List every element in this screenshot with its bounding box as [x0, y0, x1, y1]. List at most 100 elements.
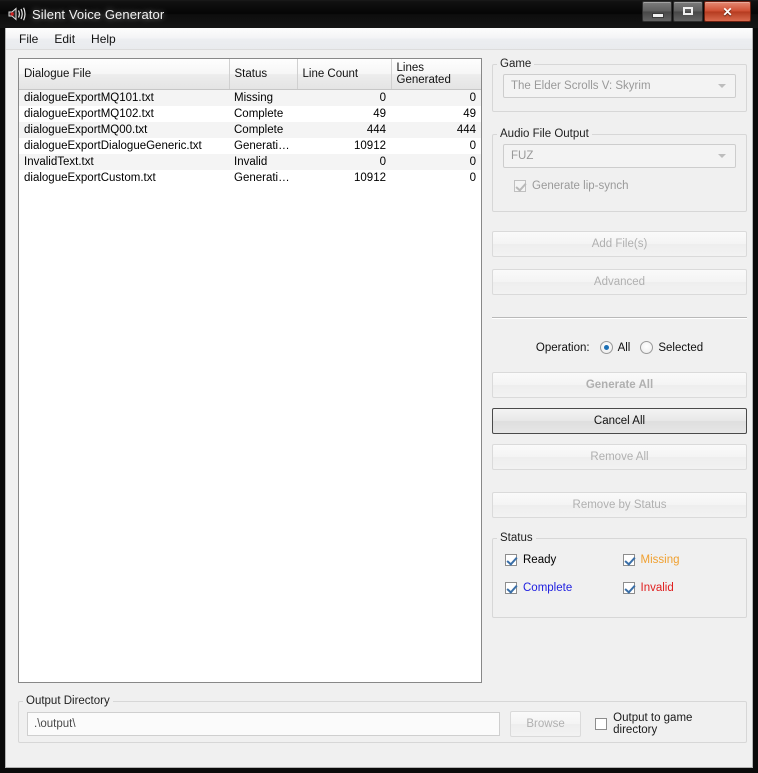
- game-group: Game The Elder Scrolls V: Skyrim: [492, 58, 747, 112]
- operation-selected-label: Selected: [658, 341, 704, 354]
- minimize-icon: [652, 13, 664, 18]
- output-to-game-directory-checkbox[interactable]: Output to game directory: [595, 712, 738, 736]
- cell-line-count: 0: [297, 89, 391, 106]
- remove-all-button[interactable]: Remove All: [492, 444, 747, 470]
- cell-line-count: 0: [297, 154, 391, 170]
- column-header-dialogue-file[interactable]: Dialogue File: [19, 59, 230, 90]
- cell-lines-generated: 0: [391, 138, 481, 154]
- remove-by-status-button[interactable]: Remove by Status: [492, 492, 747, 518]
- cell-line-count: 10912: [297, 170, 391, 186]
- close-button[interactable]: ✕: [704, 1, 751, 22]
- table-row[interactable]: dialogueExportCustom.txt Generating... 1…: [19, 170, 481, 186]
- status-complete-label: Complete: [523, 582, 573, 594]
- cell-dialogue-file: dialogueExportMQ00.txt: [19, 122, 229, 138]
- chevron-down-icon: [718, 154, 726, 158]
- menu-help[interactable]: Help: [83, 30, 124, 48]
- cell-status: Missing: [229, 89, 297, 106]
- status-filter-legend: Status: [500, 532, 533, 544]
- application-window: Silent Voice Generator ✕ File Edit Help …: [0, 0, 758, 773]
- audio-output-legend: Audio File Output: [500, 128, 589, 140]
- operation-radio-all[interactable]: All: [599, 341, 631, 354]
- table-body: dialogueExportMQ101.txt Missing 0 0 dial…: [19, 89, 481, 186]
- output-to-game-directory-label: Output to game directory: [613, 712, 693, 736]
- checkbox-icon: [505, 582, 517, 594]
- window-controls: ✕: [642, 1, 751, 22]
- menu-edit[interactable]: Edit: [46, 30, 83, 48]
- checkbox-icon: [622, 554, 635, 566]
- status-filter-invalid[interactable]: Invalid: [622, 582, 741, 594]
- client-area: File Edit Help Dialogue File Status Line…: [5, 28, 753, 768]
- table-row[interactable]: InvalidText.txt Invalid 0 0: [19, 154, 481, 170]
- status-filter-group: Status Ready Missing Complete Invalid: [492, 532, 747, 618]
- right-panel: Game The Elder Scrolls V: Skyrim Audio F…: [492, 58, 747, 683]
- cell-dialogue-file: dialogueExportMQ102.txt: [19, 106, 229, 122]
- cell-status: Invalid: [229, 154, 297, 170]
- game-select-value: The Elder Scrolls V: Skyrim: [511, 80, 651, 92]
- operation-radio-selected[interactable]: Selected: [640, 341, 703, 354]
- audio-format-select[interactable]: FUZ: [503, 144, 736, 168]
- game-group-legend: Game: [500, 58, 532, 70]
- column-header-lines-generated[interactable]: Lines Generated: [391, 59, 481, 90]
- cell-dialogue-file: dialogueExportDialogueGeneric.txt: [19, 138, 229, 154]
- column-header-line-count[interactable]: Line Count: [297, 59, 392, 90]
- cancel-all-button[interactable]: Cancel All: [492, 408, 747, 434]
- table-header-row: Dialogue File Status Line Count Lines Ge…: [19, 59, 481, 90]
- game-select[interactable]: The Elder Scrolls V: Skyrim: [503, 74, 736, 98]
- output-path-value: .\output\: [34, 718, 76, 730]
- maximize-button[interactable]: [673, 1, 703, 22]
- column-header-status[interactable]: Status: [229, 59, 298, 90]
- output-directory-section: Output Directory .\output\ Browse Output…: [18, 695, 747, 751]
- lipsync-checkbox[interactable]: Generate lip-synch: [514, 180, 629, 192]
- cell-status: Generating...: [229, 170, 297, 186]
- generate-all-button[interactable]: Generate All: [492, 372, 747, 398]
- title-bar[interactable]: Silent Voice Generator ✕: [0, 0, 758, 28]
- dialogue-table: Dialogue File Status Line Count Lines Ge…: [19, 59, 481, 186]
- output-directory-legend: Output Directory: [26, 695, 110, 707]
- cell-dialogue-file: dialogueExportCustom.txt: [19, 170, 229, 186]
- radio-unselected-icon: [640, 341, 654, 354]
- status-filter-ready[interactable]: Ready: [505, 554, 623, 566]
- panel-divider: [492, 317, 747, 319]
- table-row[interactable]: dialogueExportMQ102.txt Complete 49 49: [19, 106, 481, 122]
- cell-lines-generated: 49: [391, 106, 481, 122]
- cell-line-count: 49: [297, 106, 391, 122]
- speaker-muted-icon: [7, 6, 27, 22]
- dialogue-file-list[interactable]: Dialogue File Status Line Count Lines Ge…: [18, 58, 482, 683]
- operation-all-label: All: [617, 341, 631, 354]
- cell-status: Generating...: [229, 138, 297, 154]
- browse-button[interactable]: Browse: [510, 711, 582, 737]
- menu-file[interactable]: File: [11, 30, 46, 48]
- checkbox-icon: [595, 718, 608, 730]
- advanced-button[interactable]: Advanced: [492, 269, 747, 295]
- cell-lines-generated: 0: [391, 89, 481, 106]
- close-icon: ✕: [722, 4, 733, 19]
- maximize-icon: [683, 7, 693, 15]
- table-row[interactable]: dialogueExportDialogueGeneric.txt Genera…: [19, 138, 481, 154]
- window-title: Silent Voice Generator: [32, 6, 165, 22]
- status-filter-missing[interactable]: Missing: [622, 554, 741, 566]
- cell-lines-generated: 0: [391, 170, 481, 186]
- add-files-button[interactable]: Add File(s): [492, 231, 747, 257]
- table-row[interactable]: dialogueExportMQ00.txt Complete 444 444: [19, 122, 481, 138]
- chevron-down-icon: [718, 84, 726, 88]
- cell-status: Complete: [229, 106, 297, 122]
- table-row[interactable]: dialogueExportMQ101.txt Missing 0 0: [19, 89, 481, 106]
- status-missing-label: Missing: [640, 554, 680, 566]
- minimize-button[interactable]: [642, 1, 672, 22]
- cell-line-count: 444: [297, 122, 391, 138]
- status-invalid-label: Invalid: [640, 582, 674, 594]
- cell-line-count: 10912: [297, 138, 391, 154]
- audio-format-value: FUZ: [511, 150, 534, 162]
- lipsync-label: Generate lip-synch: [532, 180, 629, 192]
- status-filter-complete[interactable]: Complete: [505, 582, 623, 594]
- operation-label: Operation:: [535, 341, 590, 354]
- checkbox-icon: [505, 554, 517, 566]
- status-ready-label: Ready: [523, 554, 557, 566]
- output-directory-group: Output Directory .\output\ Browse Output…: [18, 695, 747, 743]
- audio-output-group: Audio File Output FUZ Generate lip-synch: [492, 128, 747, 212]
- output-path-input[interactable]: .\output\: [27, 712, 500, 736]
- cell-dialogue-file: InvalidText.txt: [19, 154, 229, 170]
- radio-selected-icon: [599, 341, 613, 354]
- checkbox-icon: [514, 180, 526, 192]
- cell-status: Complete: [229, 122, 297, 138]
